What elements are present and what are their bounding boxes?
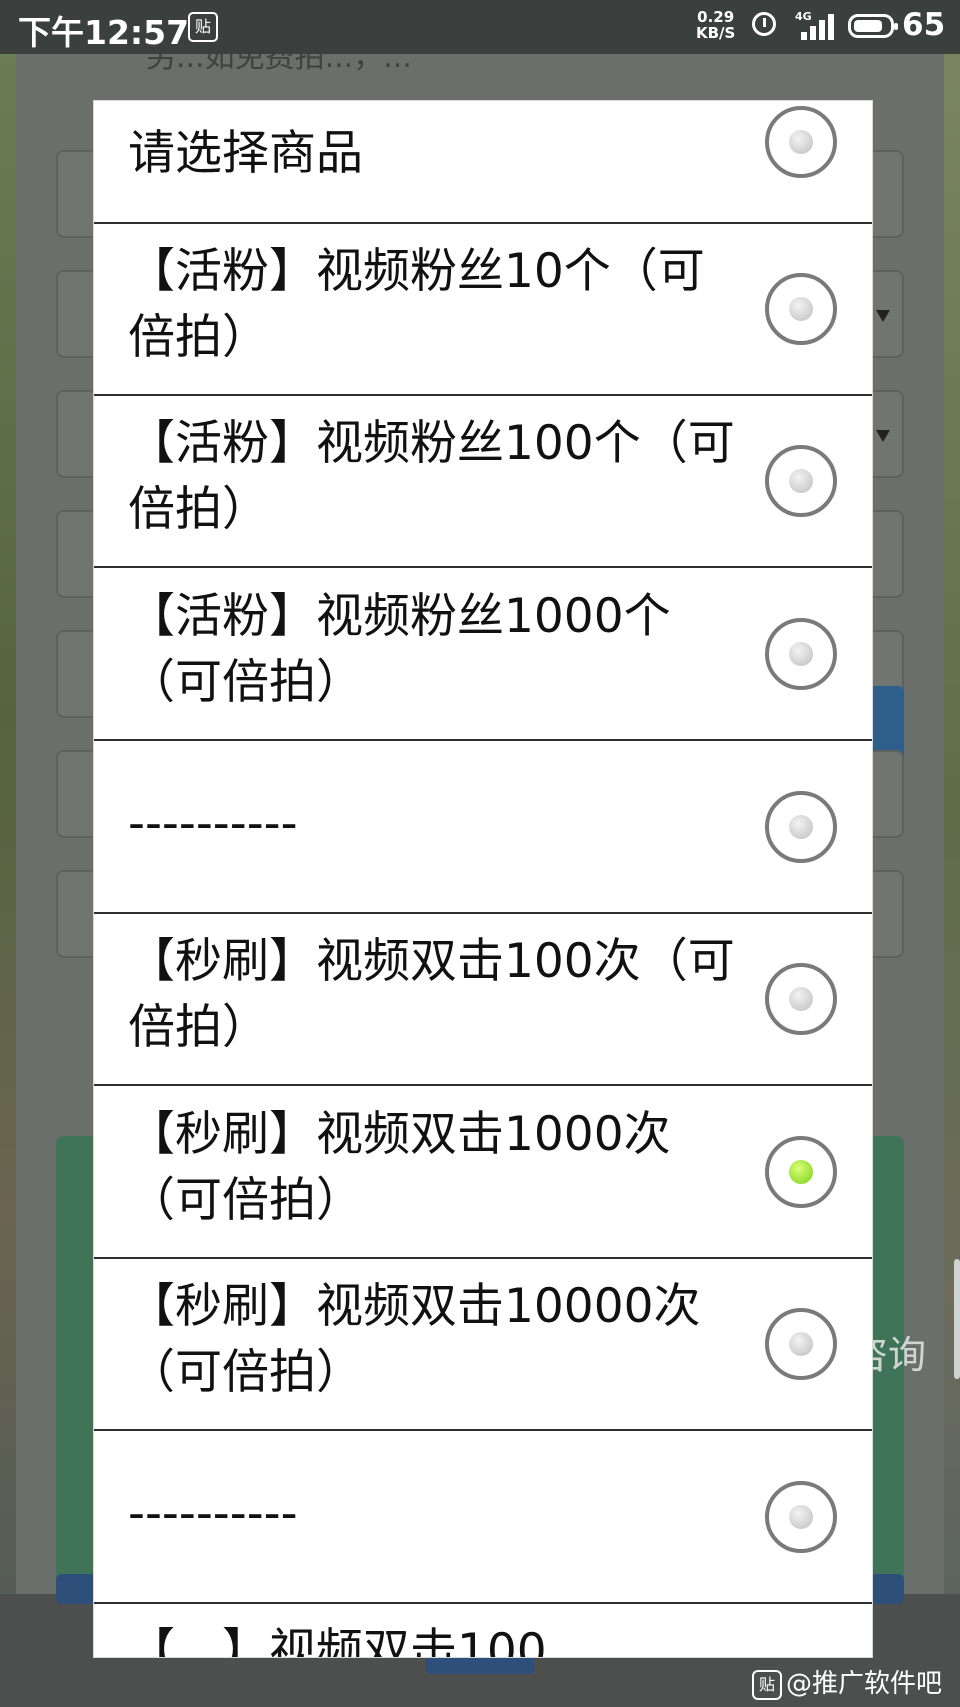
- option-row[interactable]: 【活粉】视频粉丝100个（可倍拍）: [94, 395, 872, 568]
- map-background: [0, 54, 16, 1707]
- option-row[interactable]: 【活粉】视频粉丝1000个（可倍拍）: [94, 568, 872, 741]
- option-row[interactable]: 【…】视频双击100…: [94, 1603, 872, 1657]
- radio-button[interactable]: [765, 1481, 837, 1553]
- radio-dot-icon: [789, 469, 813, 493]
- scrollbar: [954, 1259, 960, 1379]
- radio-dot-icon: [789, 987, 813, 1011]
- tieba-logo-icon: 贴: [752, 1669, 782, 1700]
- option-label: 【秒刷】视频双击1000次（可倍拍）: [128, 1107, 671, 1228]
- radio-button[interactable]: [765, 106, 837, 178]
- net-speed-unit: KB/S: [696, 24, 736, 42]
- radio-button[interactable]: [765, 791, 837, 863]
- status-bar: 下午12:57 贴 0.29 KB/S 4G 65: [0, 0, 960, 54]
- status-time: 下午12:57: [18, 13, 190, 52]
- watermark-text: @推广软件吧: [786, 1669, 943, 1699]
- signal-icon: 4G: [795, 10, 837, 40]
- option-label: 【秒刷】视频双击100次（可倍拍）: [128, 934, 735, 1055]
- radio-dot-icon: [789, 130, 813, 154]
- option-row[interactable]: 【秒刷】视频双击10000次（可倍拍）: [94, 1258, 872, 1431]
- option-row[interactable]: ----------: [94, 1431, 872, 1604]
- option-label: 【活粉】视频粉丝1000个（可倍拍）: [128, 589, 671, 710]
- dropdown-arrow-icon: [876, 310, 890, 322]
- radio-button[interactable]: [765, 445, 837, 517]
- tieba-notification-icon: 贴: [188, 12, 218, 42]
- radio-button[interactable]: [765, 963, 837, 1035]
- option-label: ----------: [128, 796, 298, 851]
- net-speed: 0.29 KB/S: [696, 9, 735, 41]
- radio-button[interactable]: [765, 1308, 837, 1380]
- option-label: 请选择商品: [128, 126, 363, 181]
- radio-dot-icon: [789, 297, 813, 321]
- radio-button-selected[interactable]: [765, 1136, 837, 1208]
- option-row[interactable]: 【秒刷】视频双击100次（可倍拍）: [94, 913, 872, 1086]
- battery-level: 65: [902, 7, 946, 43]
- radio-dot-icon: [789, 1332, 813, 1356]
- radio-dot-icon: [789, 815, 813, 839]
- option-label: ----------: [128, 1486, 298, 1541]
- battery-icon: [848, 14, 898, 38]
- alarm-clock-icon: [752, 12, 776, 36]
- option-label: 【活粉】视频粉丝10个（可倍拍）: [128, 244, 705, 365]
- option-label: 【…】视频双击100…: [128, 1624, 594, 1657]
- radio-dot-icon: [789, 642, 813, 666]
- product-select-dialog: 请选择商品 【活粉】视频粉丝10个（可倍拍） 【活粉】视频粉丝100个（可倍拍）…: [94, 101, 872, 1657]
- radio-button[interactable]: [765, 618, 837, 690]
- option-label: 【活粉】视频粉丝100个（可倍拍）: [128, 416, 735, 537]
- option-row[interactable]: 【活粉】视频粉丝10个（可倍拍）: [94, 223, 872, 396]
- option-label: 【秒刷】视频双击10000次（可倍拍）: [128, 1279, 701, 1400]
- option-row[interactable]: 【秒刷】视频双击1000次（可倍拍）: [94, 1086, 872, 1259]
- map-background: [944, 54, 960, 1707]
- radio-button[interactable]: [765, 273, 837, 345]
- watermark: 贴 @推广软件吧: [752, 1667, 942, 1701]
- option-row[interactable]: ----------: [94, 741, 872, 914]
- radio-dot-icon: [789, 1160, 813, 1184]
- option-row[interactable]: 请选择商品: [94, 101, 872, 224]
- dropdown-arrow-icon: [876, 430, 890, 442]
- network-type: 4G: [795, 10, 812, 23]
- radio-dot-icon: [789, 1505, 813, 1529]
